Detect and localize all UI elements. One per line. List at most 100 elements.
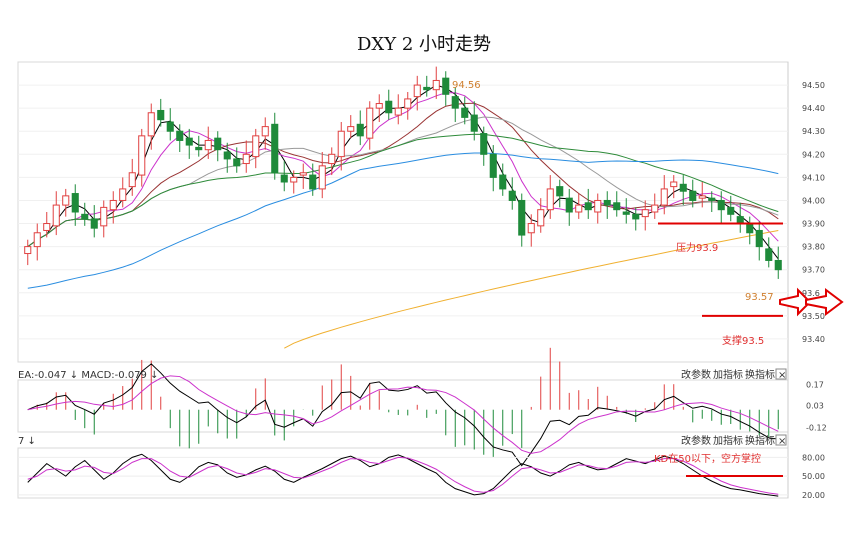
macd-toolbar-add[interactable]: 加指标 xyxy=(713,368,743,381)
candle-body xyxy=(508,190,516,201)
candle-body xyxy=(223,151,231,160)
candle-body xyxy=(451,96,459,109)
candle-body xyxy=(33,232,41,248)
candle-body xyxy=(138,135,146,176)
y-tick-label: 94.40 xyxy=(802,104,825,113)
candle-body xyxy=(252,135,260,158)
macd-indicator-label: EA:-0.047 ↓ MACD:-0.079 ↓ xyxy=(18,370,158,381)
kd-note: KD在50以下，空方掌控 xyxy=(654,452,761,465)
candle-body xyxy=(746,223,754,234)
kdj-close-icon: × xyxy=(778,436,786,447)
candle-body xyxy=(432,79,440,91)
candle-body xyxy=(480,133,488,155)
candle-body xyxy=(233,158,241,167)
candle-body xyxy=(43,223,51,231)
candle-body xyxy=(261,126,269,137)
candle-body xyxy=(698,195,706,199)
candle-body xyxy=(594,199,602,213)
candle-body xyxy=(727,206,735,215)
macd-tick-label: 0.03 xyxy=(806,401,824,410)
candle-body xyxy=(774,259,782,271)
candle-body xyxy=(660,188,668,206)
candle-body xyxy=(299,172,307,176)
candle-body xyxy=(736,216,744,225)
candle-body xyxy=(318,165,326,190)
candle-body xyxy=(641,209,649,218)
candle-body xyxy=(404,98,412,109)
grid xyxy=(18,84,788,340)
candle-body xyxy=(280,174,288,183)
y-tick-label: 93.40 xyxy=(802,335,825,344)
candle-body xyxy=(157,109,165,121)
candle-body xyxy=(670,181,678,188)
kdj-indicator-label: 7 ↓ xyxy=(18,436,36,447)
candle-body xyxy=(632,213,640,220)
candle-body xyxy=(166,121,174,132)
kdj-tick-label: 80.00 xyxy=(802,453,825,462)
candle-body xyxy=(622,211,630,215)
candle-body xyxy=(499,174,507,190)
candle-body xyxy=(603,199,611,206)
candle-body xyxy=(423,86,431,91)
macd-toolbar-params[interactable]: 改参数 xyxy=(681,368,711,381)
candle-body xyxy=(565,197,573,213)
high-label: 94.56 xyxy=(452,80,481,91)
kdj-toolbar-add[interactable]: 加指标 xyxy=(713,434,743,447)
candle-body xyxy=(271,123,279,174)
candle-body xyxy=(385,100,393,114)
candle-body xyxy=(290,176,298,183)
candle-body xyxy=(413,84,421,98)
candle-body xyxy=(81,213,89,220)
pressure-label: 压力93.9 xyxy=(676,241,718,254)
candle-body xyxy=(119,188,127,201)
candle-body xyxy=(489,153,497,178)
candle-body xyxy=(347,126,355,132)
y-tick-label: 93.70 xyxy=(802,266,825,275)
candle-body xyxy=(556,186,564,197)
candle-body xyxy=(527,223,535,234)
candle-body xyxy=(100,206,108,227)
candle-body xyxy=(128,172,136,188)
y-tick-label: 94.00 xyxy=(802,196,825,205)
moving-averages xyxy=(27,84,779,349)
kdj-toolbar-switch[interactable]: 换指标 xyxy=(745,434,775,447)
kdj-toolbar-params[interactable]: 改参数 xyxy=(681,434,711,447)
candle-body xyxy=(176,130,184,141)
candle-body xyxy=(755,229,763,248)
macd-signal-line xyxy=(27,375,779,454)
candle-body xyxy=(765,248,773,261)
macd-close-icon: × xyxy=(778,370,786,381)
candle-body xyxy=(185,137,193,146)
candle-body xyxy=(537,209,545,227)
y-tick-label: 94.10 xyxy=(802,173,825,182)
candle-body xyxy=(147,112,155,137)
candle-body xyxy=(204,139,212,151)
candle-body xyxy=(717,199,725,211)
candle-body xyxy=(375,103,383,109)
candle-body xyxy=(328,153,336,165)
candle-body xyxy=(394,107,402,116)
kdj-tick-label: 20.00 xyxy=(802,491,825,500)
candle-body xyxy=(461,107,469,118)
candle-body xyxy=(309,174,317,190)
kdj-tick-label: 50.00 xyxy=(802,472,825,481)
candle-body xyxy=(337,130,345,158)
candle-body xyxy=(52,204,60,227)
candle-body xyxy=(679,183,687,192)
candle-body xyxy=(613,202,621,211)
candle-body xyxy=(708,197,716,201)
candle-body xyxy=(584,202,592,211)
y-tick-label: 93.80 xyxy=(802,243,825,252)
y-tick-label: 94.50 xyxy=(802,81,825,90)
candle-body xyxy=(518,199,526,236)
y-tick-label: 94.20 xyxy=(802,150,825,159)
candle-body xyxy=(90,218,98,229)
y-tick-label: 93.50 xyxy=(802,312,825,321)
y-tick-label: 94.30 xyxy=(802,127,825,136)
chart-svg: 94.50 94.40 94.30 94.20 94.10 94.00 93.90 93.80… xyxy=(17,61,844,500)
candle-body xyxy=(62,195,70,206)
candle-body xyxy=(651,204,659,213)
candle-body xyxy=(242,153,250,165)
candle-body xyxy=(109,199,117,211)
macd-toolbar-switch[interactable]: 换指标 xyxy=(745,368,775,381)
